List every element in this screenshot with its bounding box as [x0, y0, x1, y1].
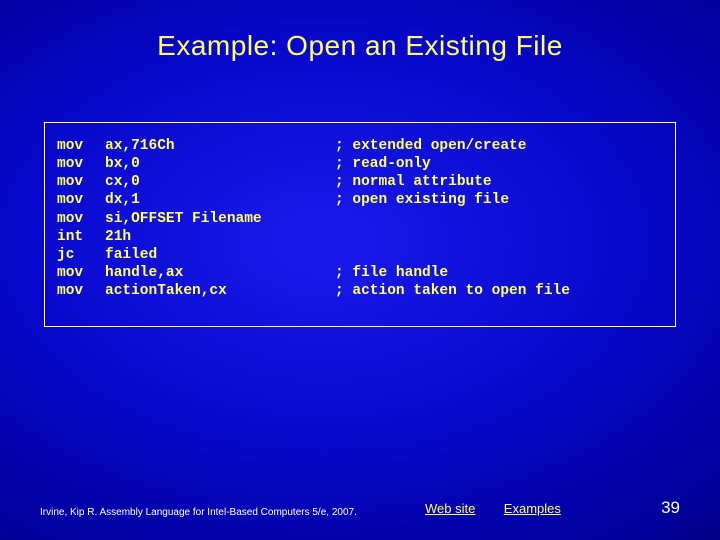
footer: Irvine, Kip R. Assembly Language for Int… [0, 507, 720, 518]
page-number: 39 [661, 498, 680, 518]
code-line: movcx,0; normal attribute [57, 173, 663, 191]
code-args: bx,0 [105, 155, 335, 173]
code-inst: mov [57, 210, 105, 228]
slide-title: Example: Open an Existing File [0, 0, 720, 62]
code-args: dx,1 [105, 191, 335, 209]
code-line: movbx,0; read-only [57, 155, 663, 173]
code-args: actionTaken,cx [105, 282, 335, 300]
code-box: movax,716Ch; extended open/create movbx,… [44, 122, 676, 327]
code-comment: ; file handle [335, 264, 448, 282]
code-line: movdx,1; open existing file [57, 191, 663, 209]
code-inst: mov [57, 282, 105, 300]
website-link[interactable]: Web site [425, 501, 475, 516]
footer-links: Web site Examples [425, 500, 585, 518]
code-inst: mov [57, 155, 105, 173]
code-inst: mov [57, 191, 105, 209]
code-args: handle,ax [105, 264, 335, 282]
code-inst: int [57, 228, 105, 246]
code-inst: mov [57, 173, 105, 191]
code-inst: mov [57, 264, 105, 282]
code-line: movax,716Ch; extended open/create [57, 137, 663, 155]
code-comment: ; read-only [335, 155, 431, 173]
code-comment: ; extended open/create [335, 137, 526, 155]
code-args: si,OFFSET Filename [105, 210, 335, 228]
code-args: cx,0 [105, 173, 335, 191]
code-comment: ; action taken to open file [335, 282, 570, 300]
code-args: failed [105, 246, 335, 264]
code-args: 21h [105, 228, 335, 246]
code-args: ax,716Ch [105, 137, 335, 155]
code-line: jcfailed [57, 246, 663, 264]
examples-link[interactable]: Examples [504, 501, 561, 516]
code-line: int21h [57, 228, 663, 246]
code-comment: ; open existing file [335, 191, 509, 209]
code-line: movhandle,ax; file handle [57, 264, 663, 282]
code-inst: mov [57, 137, 105, 155]
code-line: movsi,OFFSET Filename [57, 210, 663, 228]
code-inst: jc [57, 246, 105, 264]
code-line: movactionTaken,cx; action taken to open … [57, 282, 663, 300]
citation-text: Irvine, Kip R. Assembly Language for Int… [0, 507, 357, 518]
code-comment: ; normal attribute [335, 173, 492, 191]
